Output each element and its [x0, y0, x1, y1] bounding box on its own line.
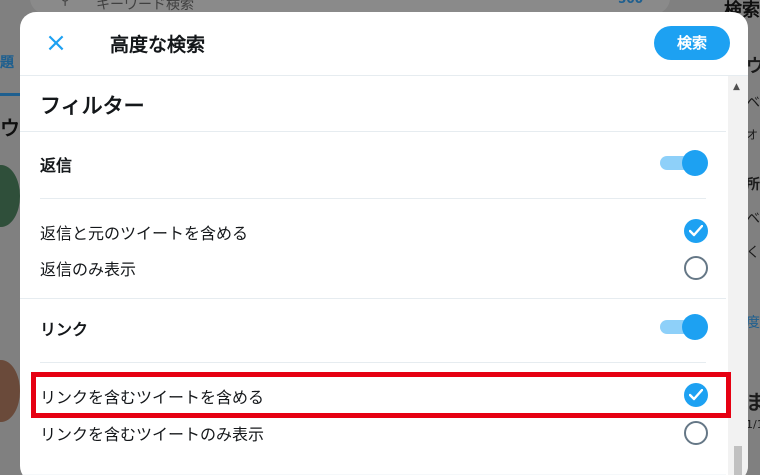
empty-circle-icon[interactable]: [684, 421, 708, 445]
background-right-item: 度: [746, 315, 760, 331]
background-right-item: く: [746, 245, 760, 261]
option-replies-include[interactable]: 返信と元のツイートを含める: [40, 220, 248, 244]
background-right-item: ベ: [746, 211, 760, 227]
option-replies-only[interactable]: 返信のみ表示: [40, 256, 136, 280]
search-button[interactable]: 検索: [654, 26, 730, 60]
dialog-title: 高度な検索: [110, 34, 206, 56]
background-left-heading: ウ: [0, 116, 20, 140]
dialog-header: × 高度な検索 検索: [20, 12, 748, 76]
check-circle-icon[interactable]: [684, 219, 708, 243]
links-toggle[interactable]: [660, 314, 708, 340]
divider: [20, 298, 726, 299]
highlight-box: [31, 372, 731, 418]
background-search-count: 500: [618, 0, 643, 6]
background-left-tab: 題: [0, 55, 14, 71]
scrollbar[interactable]: ▲: [728, 76, 748, 475]
close-icon[interactable]: ×: [40, 28, 72, 60]
empty-circle-icon[interactable]: [684, 256, 708, 280]
links-label: リンク: [40, 320, 89, 339]
background-right-item: ま: [746, 390, 760, 414]
scroll-up-arrow-icon[interactable]: ▲: [733, 82, 740, 92]
background-right-item: 1/1: [746, 418, 760, 431]
scroll-thumb[interactable]: [734, 446, 742, 475]
replies-label: 返信: [40, 156, 73, 175]
divider: [40, 198, 706, 199]
toggle-knob: [682, 314, 708, 340]
avatar: [0, 165, 20, 227]
avatar: [0, 360, 20, 422]
toggle-knob: [682, 150, 708, 176]
background-right-item: ベ: [746, 95, 760, 111]
background-right-item: ウ: [746, 56, 760, 77]
background-tab-indicator: [0, 93, 20, 96]
background-right-item: 所: [746, 177, 760, 193]
section-title-filter: フィルター: [40, 94, 145, 118]
divider: [20, 131, 726, 132]
search-icon: ⚲: [60, 0, 71, 8]
divider: [40, 362, 706, 363]
option-links-only[interactable]: リンクを含むツイートのみ表示: [40, 421, 264, 445]
replies-toggle[interactable]: [660, 150, 708, 176]
